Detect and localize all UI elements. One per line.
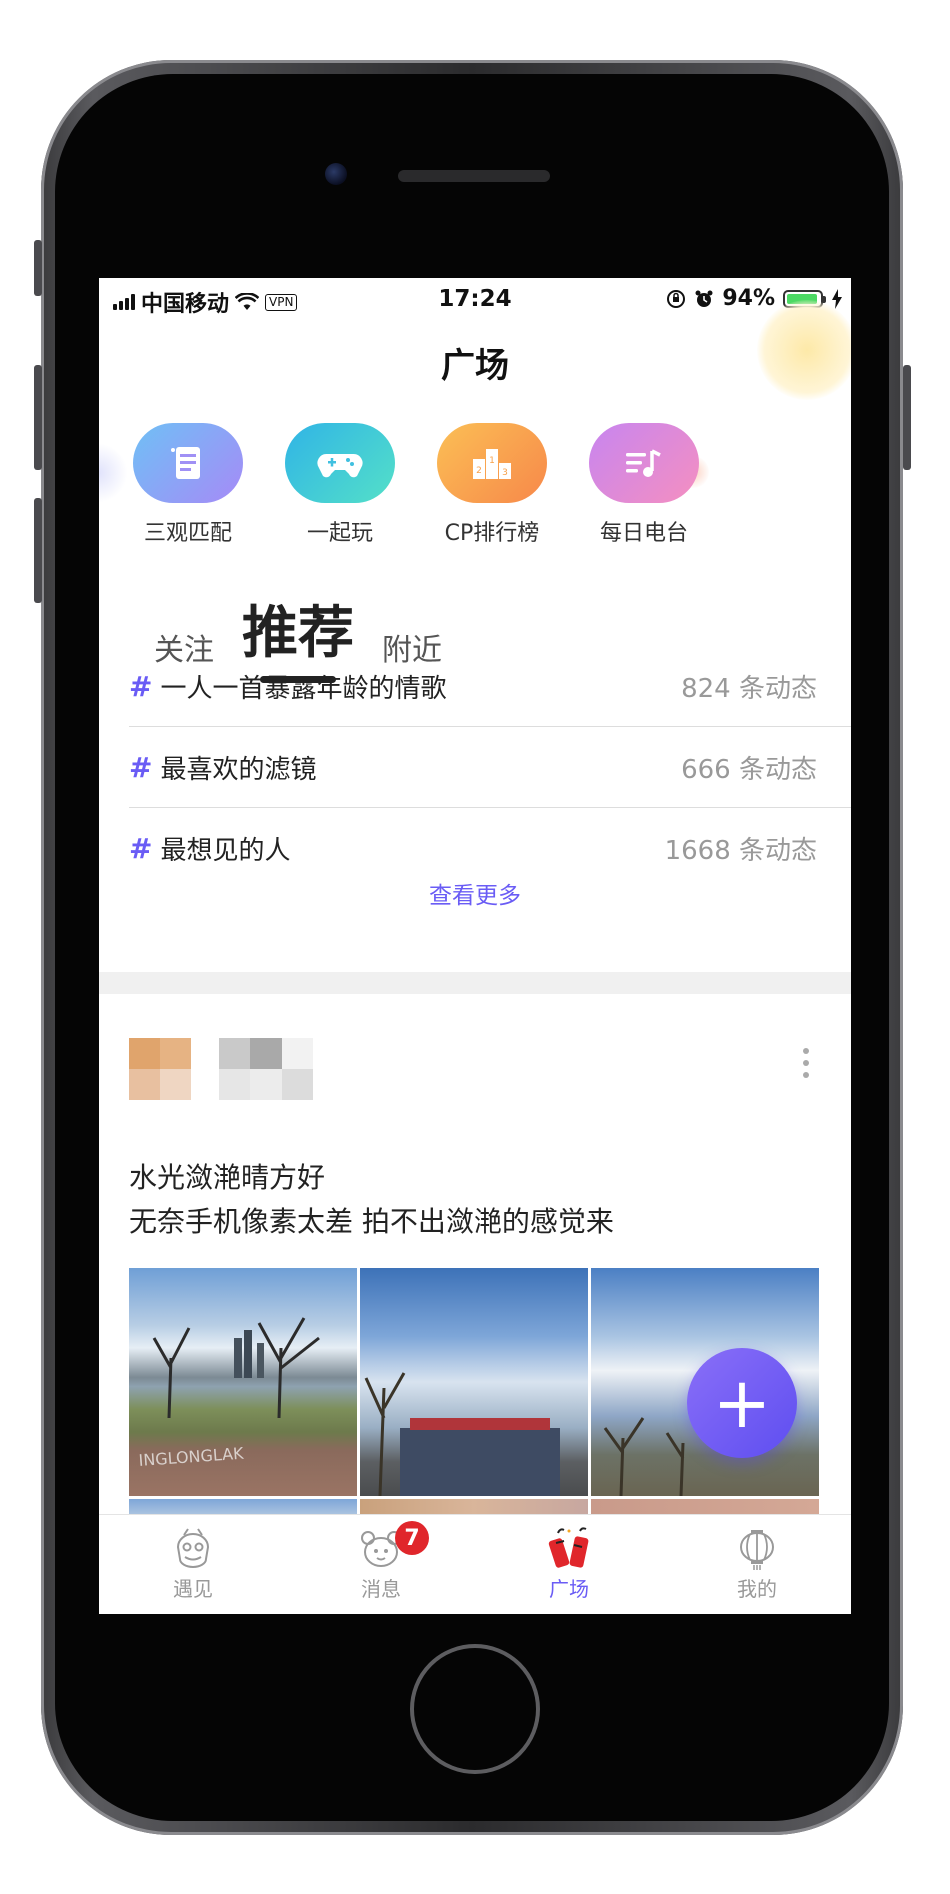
volume-down-button [34, 498, 42, 603]
tab-label: 消息 [361, 1577, 401, 1601]
tab-mine[interactable]: 我的 [663, 1515, 851, 1614]
topic-count: 824 条动态 [681, 673, 817, 704]
app-screen: 中国移动 VPN 17:24 94% 广场 三观匹配 一起玩 2 1 3 CP排… [99, 278, 851, 1614]
quick-action-pill: 213 [437, 423, 547, 503]
tab-label: 广场 [549, 1577, 589, 1601]
svg-text:3: 3 [502, 468, 508, 478]
svg-text:2: 2 [476, 466, 482, 476]
tree-silhouette: INGLONGLAK [138, 1317, 320, 1470]
avatar[interactable] [129, 1038, 191, 1100]
lion-dance-icon [176, 1528, 210, 1568]
charging-bolt-icon [832, 288, 842, 309]
svg-text:1: 1 [489, 456, 495, 466]
see-more-link[interactable]: 查看更多 [99, 876, 851, 910]
quick-action-label: 一起玩 [306, 521, 373, 546]
volume-up-button [34, 365, 42, 470]
quick-action-radio[interactable]: 每日电台 [577, 423, 711, 547]
topic-name: 一人一首暴露年龄的情歌 [160, 673, 447, 704]
post-photo[interactable]: INGLONGLAK [129, 1268, 357, 1496]
quick-action-pill [133, 423, 243, 503]
podium-icon: 213 [473, 449, 511, 479]
post-photo[interactable] [360, 1268, 588, 1496]
post-line: 无奈手机像素太差 拍不出潋滟的感觉来 [129, 1205, 614, 1238]
tab-label: 遇见 [173, 1577, 213, 1601]
tab-meet[interactable]: 遇见 [99, 1515, 287, 1614]
topic-row[interactable]: # 最喜欢的滤镜 666 条动态 [129, 727, 851, 808]
topic-count: 1668 条动态 [664, 835, 817, 866]
svg-text:INGLONGLAK: INGLONGLAK [138, 1444, 245, 1470]
lantern-icon [740, 1530, 774, 1570]
topic-row[interactable]: # 一人一首暴露年龄的情歌 824 条动态 [129, 646, 851, 727]
quick-action-pill [285, 423, 395, 503]
quick-action-cp-rank[interactable]: 213 CP排行榜 [425, 423, 559, 547]
page-title: 广场 [441, 346, 509, 386]
status-bar: 中国移动 VPN 17:24 94% [99, 278, 851, 320]
tab-square[interactable]: 广场 [475, 1515, 663, 1614]
topic-name: 最想见的人 [160, 835, 291, 866]
rotation-lock-icon [667, 289, 686, 308]
hashtag-icon: # [129, 750, 153, 784]
username-blurred[interactable] [219, 1038, 313, 1100]
tab-label: 我的 [737, 1577, 777, 1601]
tab-messages[interactable]: 7 消息 [287, 1515, 475, 1614]
quick-actions: 三观匹配 一起玩 213 CP排行榜 每日电台 [121, 423, 711, 547]
bottom-tab-bar: 遇见 7 消息 广场 我的 [99, 1514, 851, 1614]
quick-action-label: CP排行榜 [444, 521, 540, 546]
battery-percent: 94% [722, 286, 775, 311]
post-author[interactable] [129, 1038, 313, 1100]
quick-action-label: 三观匹配 [143, 521, 232, 546]
topic-count: 666 条动态 [681, 754, 817, 785]
post-content: 水光潋滟晴方好 无奈手机像素太差 拍不出潋滟的感觉来 [129, 1156, 614, 1244]
home-button[interactable] [410, 1644, 540, 1774]
earpiece-speaker [398, 170, 550, 182]
power-button [903, 365, 911, 470]
post-more-icon[interactable] [803, 1048, 809, 1078]
decorative-yellow-circle [757, 300, 851, 400]
hashtag-icon: # [129, 669, 153, 703]
checklist-icon [171, 447, 200, 479]
section-divider [99, 972, 851, 994]
hashtag-icon: # [129, 831, 153, 865]
gamepad-icon [317, 453, 363, 478]
music-list-icon [626, 449, 661, 477]
quick-action-pill [589, 423, 699, 503]
unread-badge: 7 [395, 1521, 429, 1555]
building-silhouette [364, 1372, 560, 1496]
topic-name: 最喜欢的滤镜 [160, 754, 317, 785]
create-post-button[interactable]: + [687, 1348, 797, 1458]
front-camera [325, 163, 347, 185]
post-line: 水光潋滟晴方好 [129, 1161, 326, 1194]
alarm-icon [695, 290, 713, 307]
firecracker-icon [548, 1527, 589, 1568]
quick-action-label: 每日电台 [599, 521, 688, 546]
silent-switch [34, 240, 42, 296]
quick-action-match[interactable]: 三观匹配 [121, 423, 255, 547]
topic-list: # 一人一首暴露年龄的情歌 824 条动态 # 最喜欢的滤镜 666 条动态 #… [129, 646, 851, 888]
quick-action-play[interactable]: 一起玩 [273, 423, 407, 547]
